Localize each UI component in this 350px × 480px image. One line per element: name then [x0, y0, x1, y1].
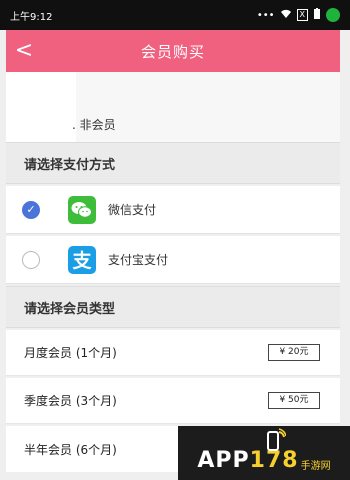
status-icons: ••• X	[256, 7, 340, 23]
radio-unchecked-icon[interactable]	[22, 250, 40, 269]
plan-price: ¥ 50元	[268, 392, 320, 409]
plan-name: 月度会员 (1个月)	[24, 346, 117, 360]
plan-row-quarterly[interactable]: 季度会员 (3个月) ¥ 50元	[6, 378, 340, 424]
payment-section-header: 请选择支付方式	[6, 142, 340, 184]
chevron-left-icon: <	[14, 38, 34, 63]
alipay-icon-glyph: 支	[72, 250, 92, 272]
status-bar: 上午9:12 ••• X	[0, 0, 350, 30]
battery-icon	[313, 7, 321, 23]
watermark-logo: APP178 手游网	[178, 426, 350, 480]
plan-name: 季度会员 (3个月)	[24, 394, 117, 408]
membership-section-title: 请选择会员类型	[24, 301, 116, 317]
membership-section-header: 请选择会员类型	[6, 286, 340, 328]
wifi-icon	[280, 9, 292, 22]
alipay-icon: 支	[68, 245, 96, 274]
avatar	[6, 72, 76, 142]
phone-logo-icon	[267, 428, 286, 451]
app-header: < 会员购买	[6, 30, 340, 72]
plan-row-monthly[interactable]: 月度会员 (1个月) ¥ 20元	[6, 330, 340, 376]
wechat-icon	[68, 195, 96, 224]
payment-section-title: 请选择支付方式	[24, 157, 116, 173]
payment-option-label: 支付宝支付	[108, 253, 169, 267]
watermark-suffix: 手游网	[300, 460, 331, 472]
payment-option-alipay[interactable]: 支 支付宝支付	[6, 236, 340, 284]
page-title: 会员购买	[140, 42, 205, 61]
back-button[interactable]: <	[6, 30, 42, 72]
plan-price: ¥ 20元	[268, 344, 320, 361]
status-time: 上午9:12	[10, 11, 53, 23]
radio-checked-icon[interactable]: ✓	[22, 200, 40, 219]
app-indicator-icon	[326, 8, 340, 22]
sim-icon: X	[296, 9, 308, 21]
payment-option-wechat[interactable]: ✓ 微信支付	[6, 186, 340, 234]
account-row: . 非会员	[6, 72, 340, 142]
dots-icon: •••	[256, 9, 275, 21]
payment-option-label: 微信支付	[108, 203, 157, 217]
member-status: . 非会员	[72, 118, 116, 132]
